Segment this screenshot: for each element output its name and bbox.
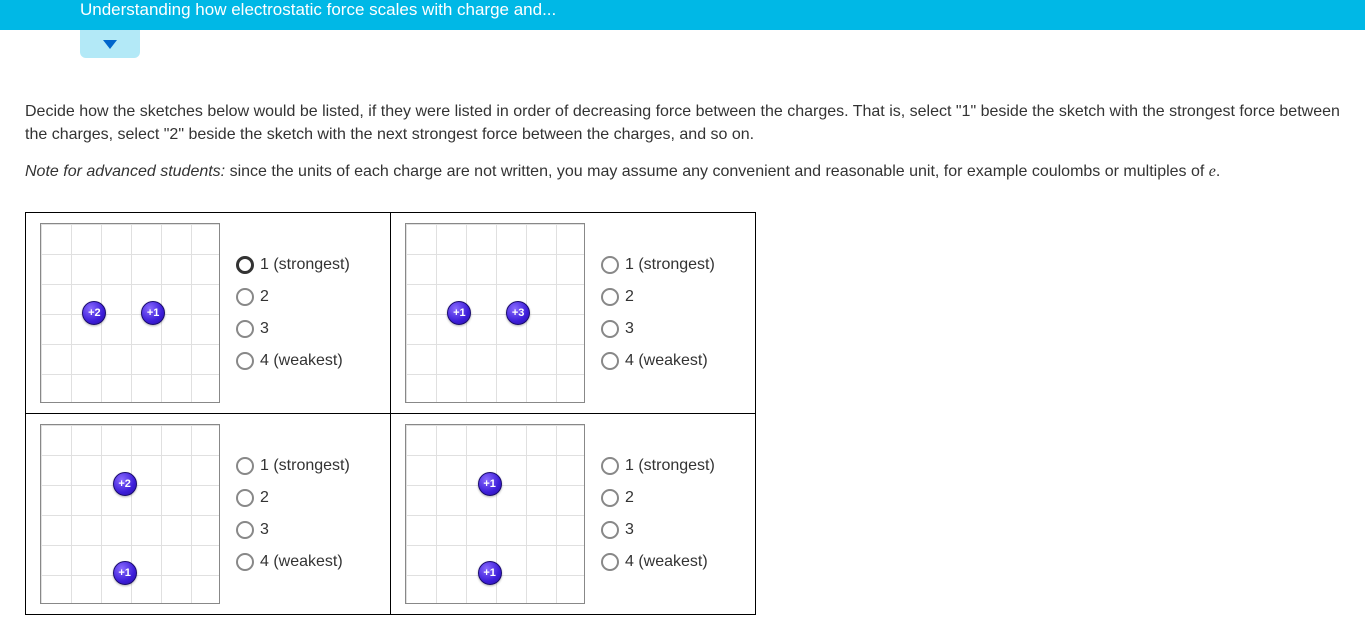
option-label: 3	[625, 521, 634, 539]
option-label: 3	[625, 320, 634, 338]
option-d-4[interactable]: 4 (weakest)	[601, 553, 741, 571]
option-d-3[interactable]: 3	[601, 521, 741, 539]
note-prefix: Note for advanced students:	[25, 163, 225, 180]
option-b-3[interactable]: 3	[601, 320, 741, 338]
option-a-1[interactable]: 1 (strongest)	[236, 256, 376, 274]
sketch-cell-b: +1 +3 1 (strongest) 2 3 4 (weakest)	[391, 213, 755, 413]
sketch-c: +2 +1	[40, 424, 220, 604]
options-d: 1 (strongest) 2 3 4 (weakest)	[601, 457, 741, 571]
option-label: 4 (weakest)	[260, 553, 343, 571]
sketch-a: +2 +1	[40, 223, 220, 403]
charge-icon: +3	[506, 301, 530, 325]
option-c-2[interactable]: 2	[236, 489, 376, 507]
note-text: Note for advanced students: since the un…	[25, 160, 1340, 184]
note-body: since the units of each charge are not w…	[225, 163, 1209, 180]
option-label: 2	[260, 288, 269, 306]
radio-icon	[236, 457, 254, 475]
option-c-4[interactable]: 4 (weakest)	[236, 553, 376, 571]
header-bar: Understanding how electrostatic force sc…	[0, 0, 1365, 30]
radio-icon	[236, 521, 254, 539]
radio-icon	[236, 553, 254, 571]
sketch-d: +1 +1	[405, 424, 585, 604]
option-d-1[interactable]: 1 (strongest)	[601, 457, 741, 475]
option-label: 4 (weakest)	[625, 553, 708, 571]
options-c: 1 (strongest) 2 3 4 (weakest)	[236, 457, 376, 571]
radio-icon	[601, 256, 619, 274]
radio-icon	[236, 352, 254, 370]
radio-icon	[601, 288, 619, 306]
option-label: 1 (strongest)	[260, 256, 350, 274]
radio-icon	[236, 288, 254, 306]
expand-dropdown-button[interactable]	[80, 30, 140, 58]
option-a-3[interactable]: 3	[236, 320, 376, 338]
option-c-3[interactable]: 3	[236, 521, 376, 539]
options-a: 1 (strongest) 2 3 4 (weakest)	[236, 256, 376, 370]
option-label: 2	[625, 288, 634, 306]
option-label: 3	[260, 320, 269, 338]
radio-icon	[601, 521, 619, 539]
charge-icon: +1	[478, 472, 502, 496]
charge-icon: +1	[447, 301, 471, 325]
charge-icon: +1	[478, 561, 502, 585]
radio-icon	[601, 489, 619, 507]
option-a-2[interactable]: 2	[236, 288, 376, 306]
content-area: Decide how the sketches below would be l…	[0, 30, 1365, 635]
sketch-cell-c: +2 +1 1 (strongest) 2 3 4 (weakest)	[26, 414, 390, 614]
option-b-4[interactable]: 4 (weakest)	[601, 352, 741, 370]
radio-icon	[236, 320, 254, 338]
sketch-table: +2 +1 1 (strongest) 2 3 4 (weakest) +1 +	[25, 212, 756, 615]
option-c-1[interactable]: 1 (strongest)	[236, 457, 376, 475]
chevron-down-icon	[103, 40, 117, 49]
option-label: 1 (strongest)	[260, 457, 350, 475]
options-b: 1 (strongest) 2 3 4 (weakest)	[601, 256, 741, 370]
instructions-text: Decide how the sketches below would be l…	[25, 100, 1340, 146]
option-label: 2	[625, 489, 634, 507]
charge-icon: +2	[82, 301, 106, 325]
charge-icon: +1	[141, 301, 165, 325]
option-b-1[interactable]: 1 (strongest)	[601, 256, 741, 274]
radio-icon	[236, 256, 254, 274]
sketch-b: +1 +3	[405, 223, 585, 403]
radio-icon	[601, 352, 619, 370]
radio-icon	[601, 320, 619, 338]
sketch-cell-a: +2 +1 1 (strongest) 2 3 4 (weakest)	[26, 213, 390, 413]
option-b-2[interactable]: 2	[601, 288, 741, 306]
note-var: e	[1209, 163, 1216, 180]
radio-icon	[601, 553, 619, 571]
option-label: 2	[260, 489, 269, 507]
charge-icon: +2	[113, 472, 137, 496]
sketch-cell-d: +1 +1 1 (strongest) 2 3 4 (weakest)	[391, 414, 755, 614]
charge-icon: +1	[113, 561, 137, 585]
option-label: 4 (weakest)	[625, 352, 708, 370]
option-label: 4 (weakest)	[260, 352, 343, 370]
option-label: 1 (strongest)	[625, 256, 715, 274]
radio-icon	[236, 489, 254, 507]
option-d-2[interactable]: 2	[601, 489, 741, 507]
header-title: Understanding how electrostatic force sc…	[80, 0, 556, 20]
option-label: 3	[260, 521, 269, 539]
radio-icon	[601, 457, 619, 475]
option-label: 1 (strongest)	[625, 457, 715, 475]
note-end: .	[1216, 163, 1220, 180]
option-a-4[interactable]: 4 (weakest)	[236, 352, 376, 370]
